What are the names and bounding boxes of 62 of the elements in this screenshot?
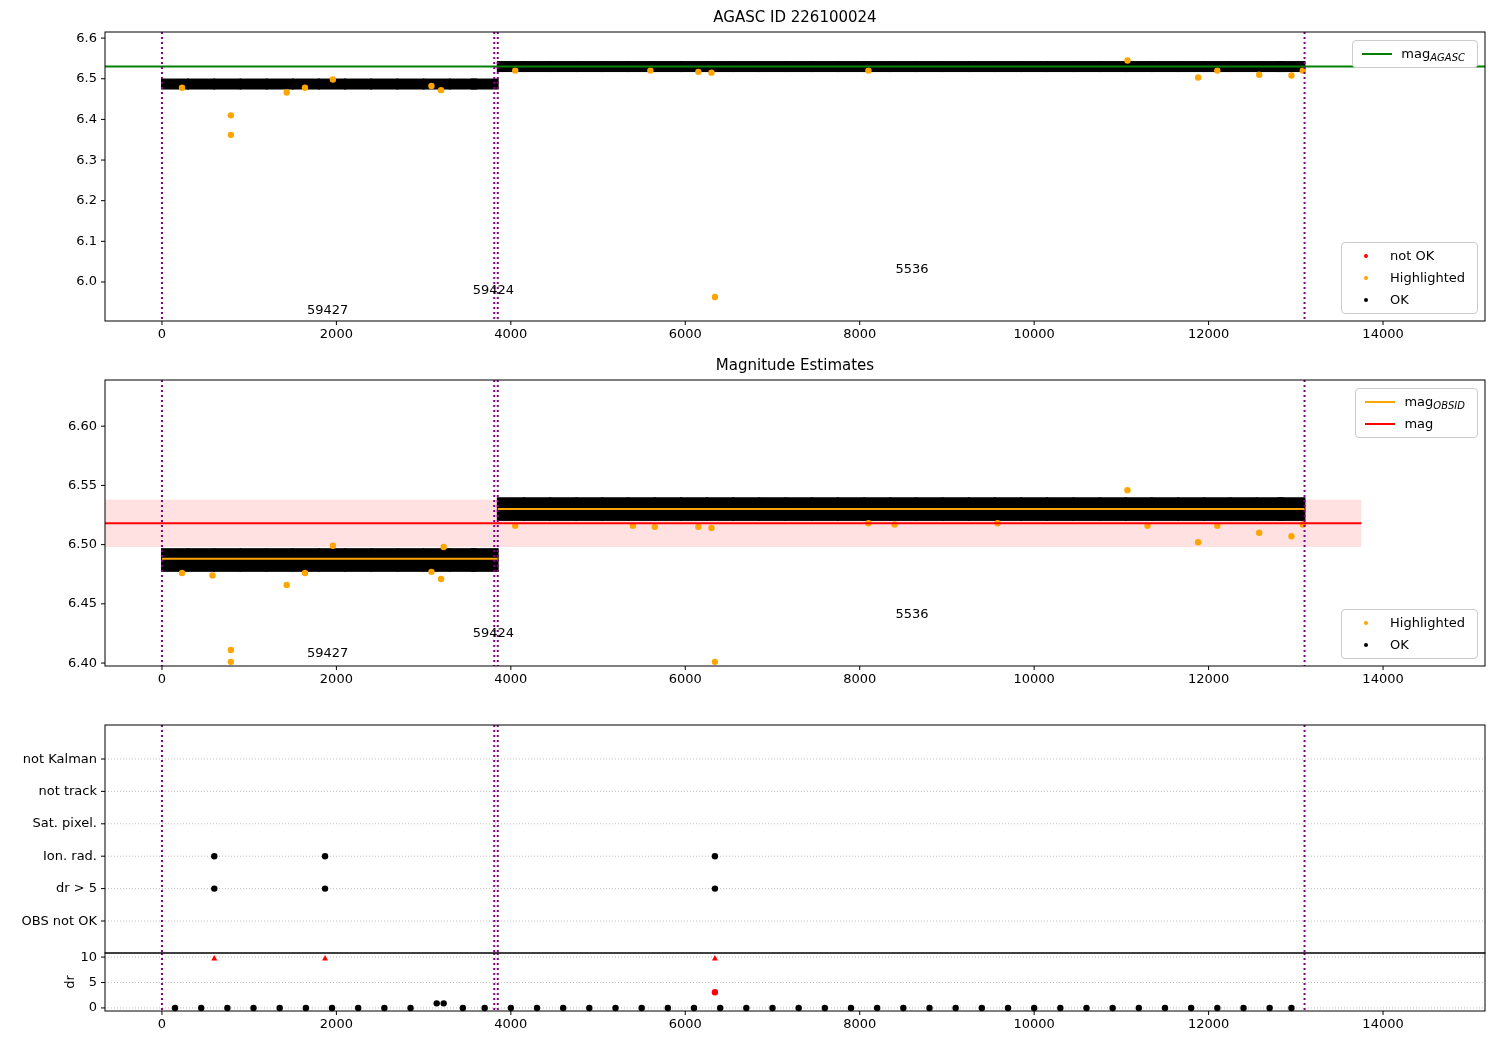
- annotation-label: 59424: [472, 624, 515, 640]
- y-tick-label: not track: [38, 782, 97, 798]
- x-tick-label: 2000: [319, 671, 353, 686]
- legend-label: OK: [1390, 291, 1410, 310]
- x-tick-label: 8000: [843, 326, 877, 341]
- x-tick-label: 8000: [843, 1016, 877, 1031]
- y-tick-label: 6.50: [68, 536, 97, 552]
- y-tick-label: 6.4: [76, 110, 97, 126]
- x-tick-label: 14000: [1362, 671, 1404, 686]
- annotation-label: 59427: [307, 645, 349, 661]
- x-tick-label: 6000: [668, 326, 702, 341]
- x-tick-label: 10000: [1013, 1016, 1055, 1031]
- y-tick-label: not Kalman: [22, 750, 97, 766]
- x-tick-label: 2000: [319, 326, 353, 341]
- y-tick-label: 10: [80, 948, 97, 964]
- y-tick-label: Sat. pixel.: [32, 815, 97, 831]
- chart-title: Magnitude Estimates: [715, 356, 875, 374]
- y-tick-label: Ion. rad.: [43, 847, 97, 863]
- x-tick-label: 12000: [1187, 326, 1230, 341]
- legend-label: Highlighted: [1390, 614, 1466, 633]
- x-tick-label: 4000: [494, 326, 528, 341]
- legend-label: not OK: [1390, 247, 1436, 266]
- legend-label: mag$_{AGASC}$: [1401, 45, 1466, 64]
- y-tick-label: 6.0: [76, 273, 97, 289]
- axis-label: dr: [61, 975, 77, 989]
- x-tick-label: 12000: [1187, 1016, 1230, 1031]
- y-tick-label: 5: [88, 974, 97, 989]
- x-tick-label: 6000: [668, 671, 702, 686]
- y-tick-label: 6.1: [76, 232, 97, 248]
- x-tick-label: 4000: [494, 1016, 528, 1031]
- x-tick-label: 12000: [1187, 671, 1230, 686]
- chart-title: AGASC ID 226100024: [713, 8, 877, 26]
- annotation-label: 59427: [307, 301, 349, 317]
- y-tick-label: 6.5: [76, 70, 97, 86]
- y-tick-label: 0: [88, 999, 97, 1015]
- x-tick-label: 10000: [1013, 671, 1055, 686]
- annotation-label: 5536: [895, 606, 929, 621]
- y-tick-label: dr > 5: [55, 880, 97, 896]
- x-tick-label: 2000: [319, 1016, 353, 1031]
- legend-label: Highlighted: [1390, 269, 1466, 288]
- x-tick-label: 0: [157, 1016, 167, 1031]
- annotation-label: 5536: [895, 261, 929, 277]
- y-tick-label: OBS not OK: [21, 912, 97, 928]
- y-tick-label: 6.2: [76, 192, 97, 208]
- y-tick-label: 6.6: [76, 29, 97, 45]
- x-tick-label: 6000: [668, 1016, 702, 1031]
- x-tick-label: 0: [157, 671, 167, 686]
- y-tick-label: 6.60: [68, 417, 97, 433]
- x-tick-label: 10000: [1013, 326, 1055, 341]
- y-tick-label: 6.3: [76, 151, 97, 167]
- x-tick-label: 14000: [1362, 326, 1404, 341]
- x-tick-label: 0: [157, 326, 167, 341]
- annotation-label: 59424: [472, 281, 515, 297]
- legend-label: OK: [1390, 636, 1410, 655]
- legend-label: mag$_{OBSID}$: [1404, 393, 1466, 412]
- x-tick-label: 4000: [494, 671, 528, 686]
- y-tick-label: 6.45: [68, 595, 97, 611]
- legend-label: mag: [1404, 415, 1435, 434]
- y-tick-label: 6.40: [68, 654, 97, 670]
- y-tick-label: 6.55: [68, 476, 97, 492]
- x-tick-label: 14000: [1362, 1016, 1404, 1031]
- x-tick-label: 8000: [843, 671, 877, 686]
